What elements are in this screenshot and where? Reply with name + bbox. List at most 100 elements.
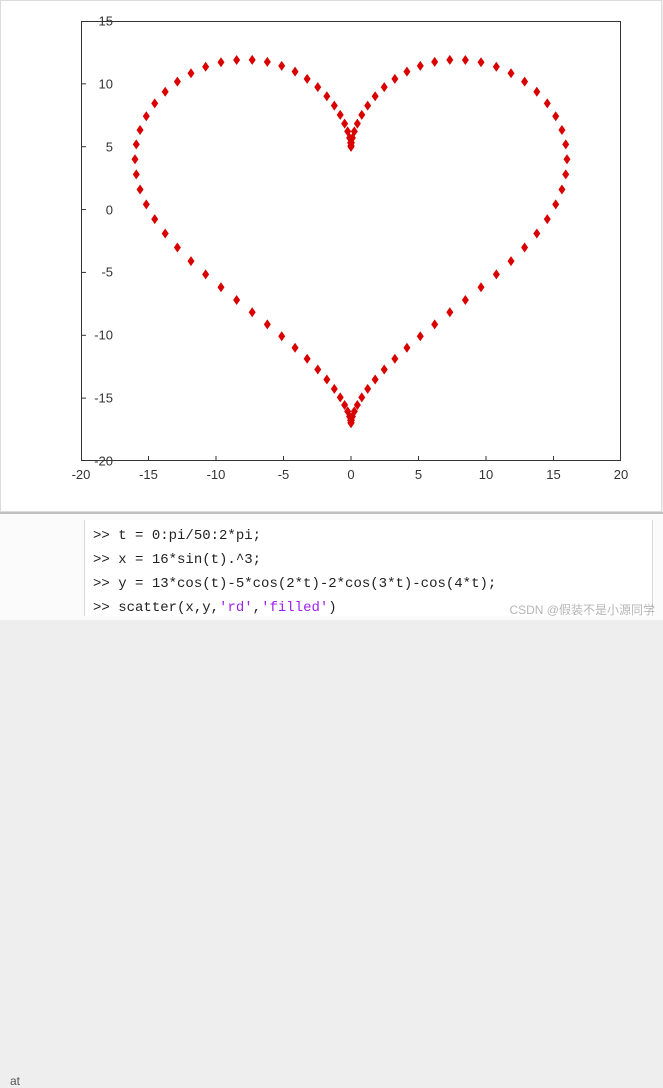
scatter-marker	[233, 55, 240, 65]
scatter-marker	[162, 87, 169, 97]
scatter-marker	[249, 55, 256, 65]
scatter-marker	[521, 242, 528, 252]
y-tick-label: 0	[73, 202, 113, 217]
scatter-marker	[358, 110, 365, 120]
scatter-marker	[558, 125, 565, 135]
scatter-marker	[417, 331, 424, 341]
scatter-marker	[381, 364, 388, 374]
scatter-marker	[133, 169, 140, 179]
figure-window: -20-15-10-5051015-20-15-10-505101520	[0, 0, 662, 512]
scatter-marker	[187, 68, 194, 78]
scatter-marker	[508, 256, 515, 266]
scatter-marker	[249, 307, 256, 317]
scatter-marker	[314, 364, 321, 374]
scatter-marker	[217, 282, 224, 292]
scatter-marker	[331, 101, 338, 111]
scatter-marker	[233, 295, 240, 305]
scatter-marker	[304, 354, 311, 364]
code-line-1: >> t = 0:pi/50:2*pi;	[93, 524, 644, 548]
y-tick-label: -10	[73, 328, 113, 343]
x-tick-label: -10	[207, 467, 226, 482]
scatter-marker	[562, 169, 569, 179]
scatter-marker	[292, 343, 299, 353]
scatter-marker	[358, 392, 365, 402]
scatter-marker	[391, 74, 398, 84]
scatter-marker	[431, 319, 438, 329]
scatter-marker	[417, 61, 424, 71]
scatter-marker	[493, 269, 500, 279]
scatter-marker	[314, 82, 321, 92]
scatter-marker	[521, 77, 528, 87]
scatter-marker	[137, 184, 144, 194]
scatter-marker	[381, 82, 388, 92]
scatter-marker	[202, 62, 209, 72]
scatter-marker	[264, 57, 271, 67]
scatter-marker	[187, 256, 194, 266]
y-tick-label: -15	[73, 391, 113, 406]
scatter-marker	[446, 55, 453, 65]
x-tick-label: 20	[614, 467, 628, 482]
scatter-marker	[462, 295, 469, 305]
scatter-marker	[278, 61, 285, 71]
scatter-marker	[478, 57, 485, 67]
scatter-marker	[137, 125, 144, 135]
scatter-marker	[143, 199, 150, 209]
scatter-marker	[508, 68, 515, 78]
x-tick-label: -15	[139, 467, 158, 482]
scatter-marker	[364, 101, 371, 111]
scatter-marker	[331, 384, 338, 394]
x-tick-label: 10	[479, 467, 493, 482]
scatter-marker	[544, 98, 551, 108]
scatter-marker	[364, 384, 371, 394]
scatter-marker	[292, 67, 299, 77]
side-tab-label: at	[10, 1074, 20, 1088]
y-tick-label: 5	[73, 139, 113, 154]
scatter-marker	[323, 91, 330, 101]
scatter-marker	[278, 331, 285, 341]
scatter-marker	[431, 57, 438, 67]
scatter-marker	[544, 214, 551, 224]
scatter-marker	[264, 319, 271, 329]
scatter-marker	[446, 307, 453, 317]
scatter-marker	[133, 139, 140, 149]
scatter-marker	[143, 111, 150, 121]
scatter-marker	[493, 62, 500, 72]
x-tick-label: 5	[415, 467, 422, 482]
scatter-marker	[558, 184, 565, 194]
scatter-marker	[533, 228, 540, 238]
scatter-marker	[151, 214, 158, 224]
scatter-marker	[323, 375, 330, 385]
scatter-marker	[174, 77, 181, 87]
watermark-text: CSDN @假装不是小源同学	[509, 601, 655, 618]
y-tick-label: 10	[73, 76, 113, 91]
scatter-marker	[562, 139, 569, 149]
scatter-plot-axes	[81, 21, 621, 461]
scatter-marker	[478, 282, 485, 292]
scatter-marker	[151, 98, 158, 108]
x-tick-label: -5	[278, 467, 290, 482]
x-tick-label: 0	[347, 467, 354, 482]
scatter-marker	[564, 154, 571, 164]
scatter-marker	[304, 74, 311, 84]
scatter-marker	[162, 228, 169, 238]
scatter-marker	[552, 199, 559, 209]
scatter-marker	[372, 91, 379, 101]
scatter-marker	[202, 269, 209, 279]
code-line-3: >> y = 13*cos(t)-5*cos(2*t)-2*cos(3*t)-c…	[93, 572, 644, 596]
scatter-marker	[354, 119, 361, 129]
y-tick-label: -5	[73, 265, 113, 280]
x-tick-label: 15	[546, 467, 560, 482]
scatter-marker	[132, 154, 139, 164]
scatter-marker	[217, 57, 224, 67]
scatter-marker	[337, 110, 344, 120]
scatter-marker	[337, 392, 344, 402]
scatter-marker	[341, 119, 348, 129]
scatter-marker	[403, 343, 410, 353]
scatter-marker	[174, 242, 181, 252]
scatter-marker	[533, 87, 540, 97]
y-tick-label: 15	[73, 14, 113, 29]
scatter-marker	[403, 67, 410, 77]
scatter-marker	[372, 375, 379, 385]
code-line-2: >> x = 16*sin(t).^3;	[93, 548, 644, 572]
x-tick-label: -20	[72, 467, 91, 482]
